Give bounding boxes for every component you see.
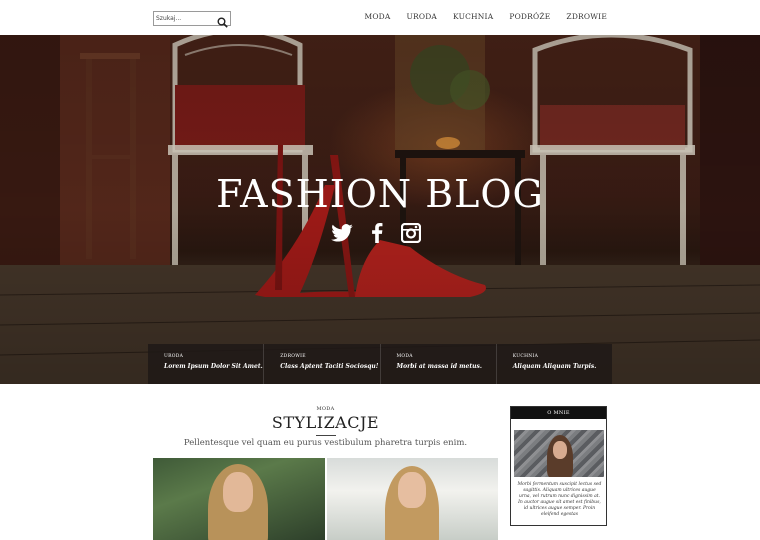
featured-post-category: ZDROWIE <box>280 354 306 359</box>
search-icon[interactable] <box>217 13 228 28</box>
featured-post[interactable]: KUCHNIA Aliquam Aliquam Turpis. <box>497 344 612 384</box>
featured-post[interactable]: URODA Lorem Ipsum Dolor Sit Amet. <box>148 344 265 384</box>
featured-post-category: URODA <box>164 354 184 359</box>
author-face <box>553 441 567 459</box>
nav-item-kuchnia[interactable]: KUCHNIA <box>453 12 493 21</box>
featured-post-title[interactable]: Aliquam Aliquam Turpis. <box>513 363 612 370</box>
about-heading: O MNIE <box>511 407 606 419</box>
model-face <box>398 472 426 508</box>
instagram-icon[interactable] <box>400 222 422 247</box>
twitter-icon[interactable] <box>331 224 353 246</box>
about-widget: O MNIE Morbi fermentum suscipit lectus s… <box>510 406 607 526</box>
nav-item-moda[interactable]: MODA <box>364 12 390 21</box>
main-nav: MODA URODA KUCHNIA PODRÓŻE ZDROWIE <box>364 12 607 21</box>
post-category[interactable]: MODA <box>153 406 498 412</box>
post-title[interactable]: STYLIZACJE <box>153 413 498 432</box>
hero-banner: FASHION BLOG URODA Lorem Ipsum Dolor Sit… <box>0 35 760 384</box>
featured-post-category: MODA <box>396 354 413 359</box>
featured-posts-bar: URODA Lorem Ipsum Dolor Sit Amet. ZDROWI… <box>148 344 612 384</box>
featured-post-category: KUCHNIA <box>512 354 539 359</box>
featured-post[interactable]: MODA Morbi at massa id metus. <box>381 344 497 384</box>
nav-item-zdrowie[interactable]: ZDROWIE <box>566 12 607 21</box>
post-image-right[interactable] <box>327 458 498 540</box>
top-bar: MODA URODA KUCHNIA PODRÓŻE ZDROWIE <box>0 0 760 35</box>
featured-post[interactable]: ZDROWIE Class Aptent Taciti Sociosqu! <box>264 344 381 384</box>
featured-post-title[interactable]: Morbi at massa id metus. <box>397 363 496 370</box>
nav-item-uroda[interactable]: URODA <box>407 12 438 21</box>
featured-post-title[interactable]: Lorem Ipsum Dolor Sit Amet. <box>164 363 263 370</box>
search-box <box>153 11 231 28</box>
nav-item-podroze[interactable]: PODRÓŻE <box>509 12 550 21</box>
facebook-icon[interactable] <box>371 223 383 247</box>
featured-post-title[interactable]: Class Aptent Taciti Sociosqu! <box>280 363 379 370</box>
model-face <box>223 472 253 512</box>
site-title: FASHION BLOG <box>216 172 544 216</box>
social-links <box>331 222 422 247</box>
search-input[interactable] <box>156 13 216 24</box>
post-excerpt: Pellentesque vel quam eu purus vestibulu… <box>183 438 468 448</box>
title-divider <box>316 435 336 436</box>
author-photo <box>514 430 604 477</box>
post-image-left[interactable] <box>153 458 325 540</box>
about-bio: Morbi fermentum suscipit lectus sed sagi… <box>517 482 602 517</box>
